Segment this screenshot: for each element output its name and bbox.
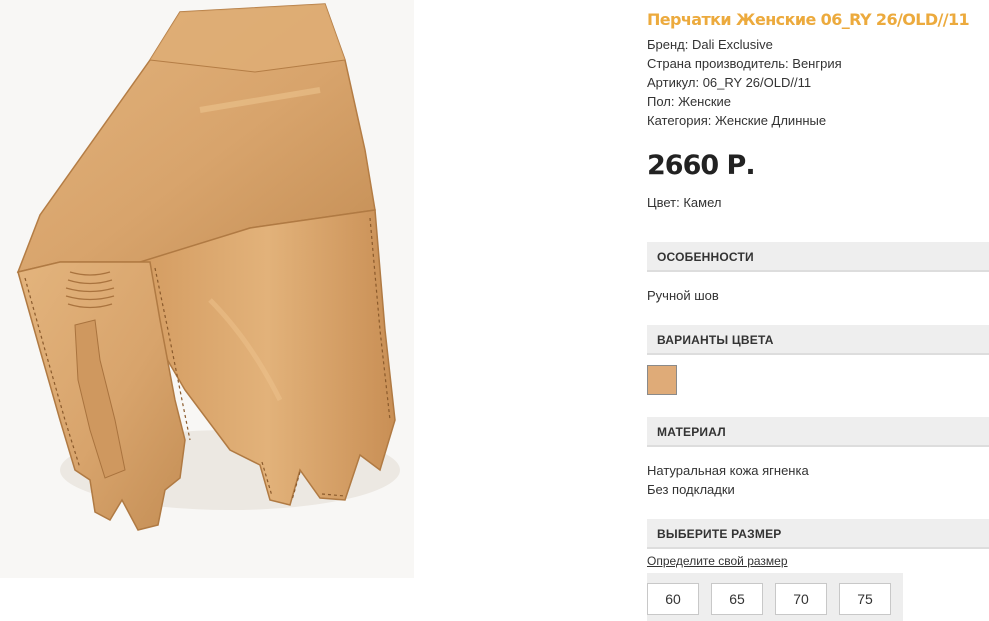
material-line-1: Натуральная кожа ягненка [647, 463, 809, 478]
size-option-60[interactable]: 60 [647, 583, 699, 615]
size-option-70[interactable]: 70 [775, 583, 827, 615]
gender-line: Пол: Женские [647, 94, 732, 109]
size-header-label: ВЫБЕРИТЕ РАЗМЕР [657, 527, 782, 541]
product-title: Перчатки Женские 06_RY 26/OLD//11 [647, 10, 970, 29]
color-swatch-camel[interactable] [647, 365, 677, 395]
size-guide-link[interactable]: Определите свой размер [647, 554, 788, 568]
brand-line: Бренд: Dali Exclusive [647, 37, 773, 52]
material-header: МАТЕРИАЛ [647, 417, 989, 447]
size-option-65[interactable]: 65 [711, 583, 763, 615]
material-header-label: МАТЕРИАЛ [657, 425, 726, 439]
features-header: ОСОБЕННОСТИ [647, 242, 989, 272]
color-variants-header-label: ВАРИАНТЫ ЦВЕТА [657, 333, 774, 347]
country-line: Страна производитель: Венгрия [647, 56, 842, 71]
category-line: Категория: Женские Длинные [647, 113, 827, 128]
size-options: 60 65 70 75 [647, 573, 903, 621]
size-option-75[interactable]: 75 [839, 583, 891, 615]
features-header-label: ОСОБЕННОСТИ [657, 250, 754, 264]
color-variants-header: ВАРИАНТЫ ЦВЕТА [647, 325, 989, 355]
article-line: Артикул: 06_RY 26/OLD//11 [647, 75, 812, 90]
material-line-2: Без подкладки [647, 482, 735, 497]
product-photo [0, 0, 414, 578]
glove-illustration [16, 3, 400, 531]
product-price: 2660 Р. [647, 150, 756, 181]
size-header: ВЫБЕРИТЕ РАЗМЕР [647, 519, 989, 549]
features-text: Ручной шов [647, 288, 719, 303]
color-line: Цвет: Камел [647, 195, 722, 210]
